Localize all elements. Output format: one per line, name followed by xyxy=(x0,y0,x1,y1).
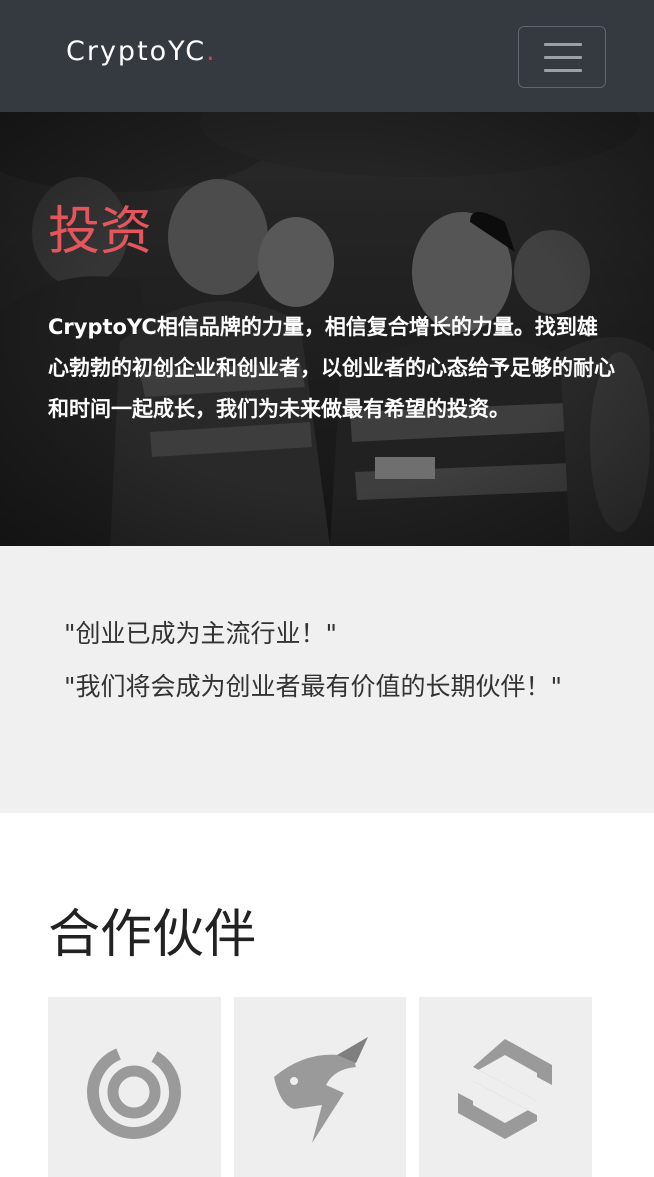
menu-toggle-button[interactable] xyxy=(518,26,606,88)
brand-dot: . xyxy=(206,36,217,67)
partner-card-rabbit[interactable] xyxy=(234,997,406,1177)
hero-section: 投资 CryptoYC相信品牌的力量，相信复合增长的力量。找到雄心勃勃的初创企业… xyxy=(0,112,654,546)
brand-name: CryptoYC xyxy=(66,36,207,67)
rabbit-bolt-logo-icon xyxy=(274,1037,368,1143)
ring-logo-icon xyxy=(87,1045,181,1139)
hero-description: CryptoYC相信品牌的力量，相信复合增长的力量。找到雄心勃勃的初创企业和创业… xyxy=(48,315,615,421)
hexagon-s-logo-icon xyxy=(458,1039,552,1139)
partner-card-hexagon[interactable] xyxy=(419,997,592,1177)
hero-title: 投资 xyxy=(48,202,153,262)
quote-text: "我们将会成为创业者最有价值的长期伙伴！" xyxy=(64,672,562,701)
navbar: CryptoYC. xyxy=(0,0,654,112)
brand-logo[interactable]: CryptoYC. xyxy=(66,36,217,67)
partners-title: 合作伙伴 xyxy=(48,905,257,965)
quote-text: "创业已成为主流行业！" xyxy=(64,619,337,648)
partner-card-ring[interactable] xyxy=(48,997,221,1177)
quotes-section: "创业已成为主流行业！" "我们将会成为创业者最有价值的长期伙伴！" xyxy=(0,546,654,813)
